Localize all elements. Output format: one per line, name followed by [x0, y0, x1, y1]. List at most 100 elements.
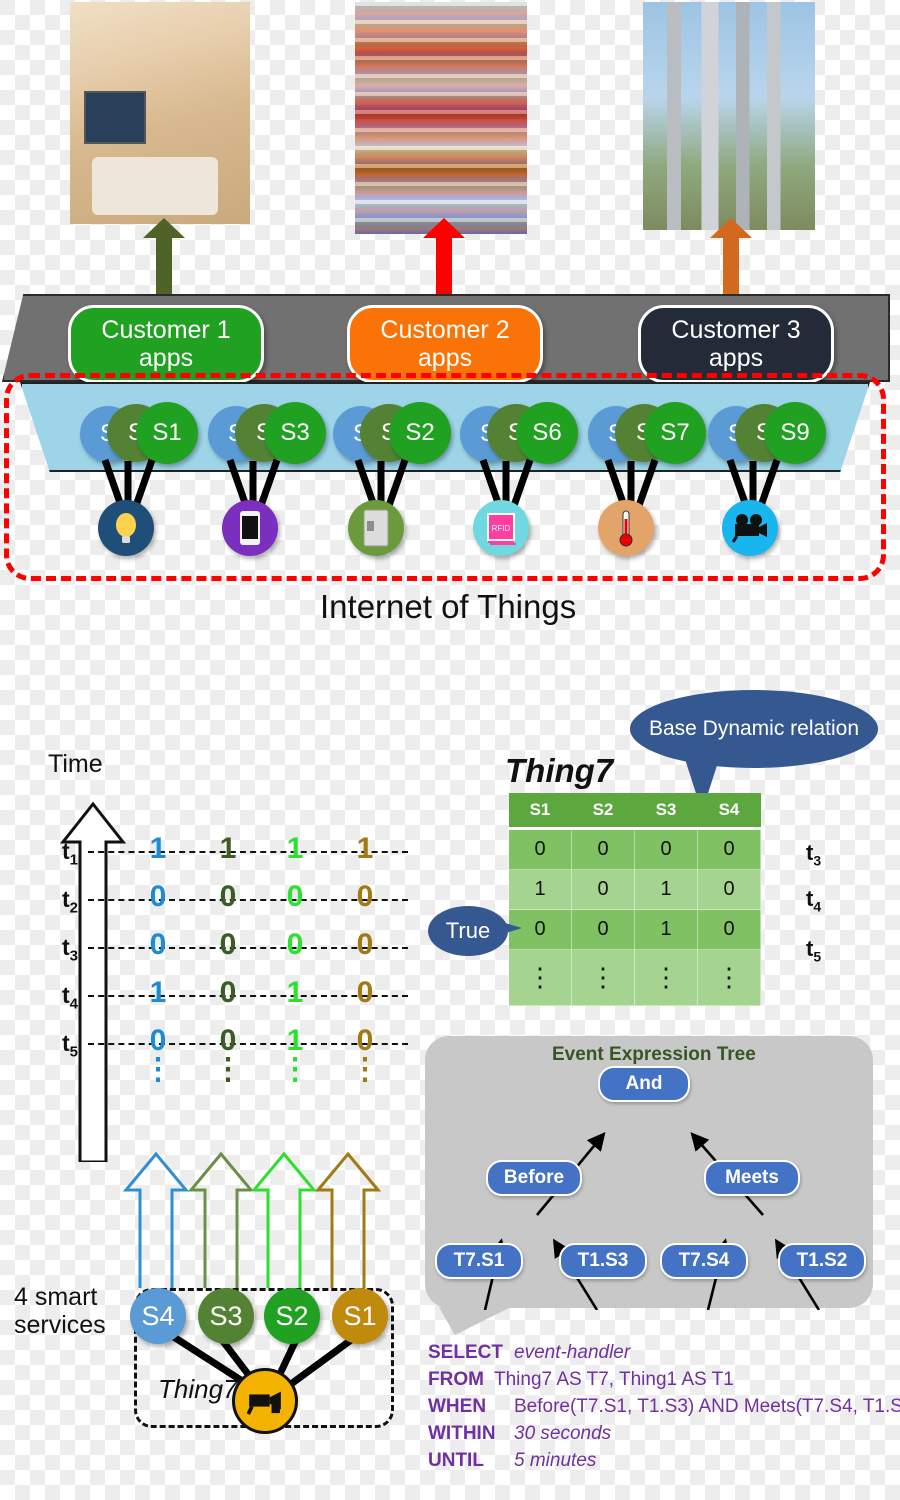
retail-store-photo [355, 2, 527, 234]
table-row: 0 0 1 0 [508, 909, 761, 950]
node-label: T1.S3 [577, 1250, 629, 1271]
cell-r3-c4: 0 [697, 909, 761, 950]
video-camera-glyph [247, 1391, 281, 1415]
table-row: ⋮ ⋮ ⋮ ⋮ [508, 949, 761, 1006]
bit-r2-c4: 0 [356, 880, 374, 913]
customer-2-label-line2: apps [417, 344, 473, 372]
true-callout-tail [488, 918, 522, 938]
tick-label-t2: t2 [62, 886, 79, 917]
bit-r4-c2: 0 [219, 976, 237, 1009]
service-stream-arrows [122, 1151, 382, 1288]
customer-1-apps-box[interactable]: Customer 1 apps [68, 305, 264, 383]
smart-service-label: S3 [209, 1300, 243, 1331]
iot-boundary-frame [4, 373, 886, 581]
bit-r1-c1: 1 [149, 832, 167, 865]
smart-service-label: S4 [141, 1300, 175, 1331]
base-dynamic-relation-table: S1 S2 S3 S4 0 0 0 0 1 0 1 0 0 0 1 0 ⋮ ⋮ … [508, 793, 761, 1006]
node-label: T1.S2 [796, 1250, 848, 1271]
arrowhead-up [423, 218, 465, 238]
event-tree-leaf-t7s1[interactable]: T7.S1 [435, 1243, 523, 1279]
smart-service-s2[interactable]: S2 [264, 1288, 320, 1344]
bit-r1-c3: 1 [286, 832, 304, 865]
smart-services-caption-line1: 4 smart [14, 1283, 98, 1311]
smart-service-s1[interactable]: S1 [332, 1288, 388, 1344]
table-row: 0 0 0 0 [508, 828, 761, 870]
tick-label-t1: t1 [62, 838, 79, 869]
cell-r1-c3: 0 [634, 828, 698, 870]
customer-3-apps-box[interactable]: Customer 3 apps [638, 305, 834, 383]
smart-service-label: S1 [343, 1300, 377, 1331]
customer-3-label-line1: Customer 3 [671, 316, 801, 344]
table-row-label-t3: t3 [806, 840, 822, 869]
event-tree-node-and[interactable]: And [598, 1066, 690, 1102]
base-dynamic-relation-text: Base Dynamic relation [648, 717, 860, 741]
node-label: T7.S1 [453, 1250, 505, 1271]
industrial-plant-photo [643, 2, 815, 230]
cell-r4-c4: ⋮ [697, 949, 761, 1006]
node-label: T7.S4 [678, 1250, 730, 1271]
arrowhead-up [143, 218, 185, 238]
true-callout-text: True [445, 917, 491, 943]
customer-1-label-line2: apps [138, 344, 194, 372]
query-value-select: event-handler [514, 1342, 631, 1363]
bit-r4-c1: 1 [149, 976, 167, 1009]
bit-r4-c3: 1 [286, 976, 304, 1009]
node-label: Before [503, 1167, 565, 1188]
event-tree-leaf-t1s2[interactable]: T1.S2 [778, 1243, 866, 1279]
bit-r3-c4: 0 [356, 928, 374, 961]
customer-2-label-line1: Customer 2 [380, 316, 510, 344]
node-label: And [625, 1073, 663, 1094]
smart-service-s3[interactable]: S3 [198, 1288, 254, 1344]
event-tree-leaf-t7s4[interactable]: T7.S4 [660, 1243, 748, 1279]
smart-services-caption-line2: services [14, 1311, 106, 1339]
table-row-label-t4: t4 [806, 886, 822, 915]
bit-r3-c2: 0 [219, 928, 237, 961]
query-keyword-from: FROM [428, 1369, 484, 1390]
arrowhead-up [710, 218, 752, 238]
query-value-until: 5 minutes [514, 1450, 597, 1471]
cell-r2-c3: 1 [634, 869, 698, 910]
bit-r3-c1: 0 [149, 928, 167, 961]
event-tree-node-meets[interactable]: Meets [704, 1160, 800, 1196]
table-row-label-t5: t5 [806, 936, 822, 965]
base-dynamic-relation-callout: Base Dynamic relation [630, 690, 878, 768]
query-line-select: SELECT event-handler [428, 1342, 630, 1364]
bit-r1-c2: 1 [219, 832, 237, 865]
iot-title: Internet of Things [320, 588, 577, 625]
cell-r1-c1: 0 [508, 828, 572, 870]
query-keyword-when: WHEN [428, 1396, 487, 1417]
cell-r2-c1: 1 [508, 869, 572, 910]
query-value-within: 30 seconds [514, 1423, 612, 1444]
tick-label-t3: t3 [62, 934, 79, 965]
customer-2-apps-box[interactable]: Customer 2 apps [347, 305, 543, 383]
cell-r2-c2: 0 [571, 869, 635, 910]
timeline-continuation-c1: ⋮ [143, 1053, 173, 1086]
node-label: Meets [725, 1167, 779, 1188]
bit-r1-c4: 1 [356, 832, 374, 865]
query-line-from: FROM Thing7 AS T7, Thing1 AS T1 [428, 1369, 734, 1391]
smart-service-s4[interactable]: S4 [130, 1288, 186, 1344]
query-line-until: UNTIL 5 minutes [428, 1450, 596, 1472]
query-keyword-select: SELECT [428, 1342, 503, 1363]
table-row: 1 0 1 0 [508, 869, 761, 910]
cell-r4-c3: ⋮ [634, 949, 698, 1006]
col-header-s3: S3 [634, 793, 698, 830]
bit-r2-c3: 0 [286, 880, 304, 913]
col-header-s4: S4 [697, 793, 761, 830]
cell-r3-c3: 1 [634, 909, 698, 950]
query-line-within: WITHIN 30 seconds [428, 1423, 611, 1445]
event-tree-leaf-t1s3[interactable]: T1.S3 [559, 1243, 647, 1279]
bit-r2-c1: 0 [149, 880, 167, 913]
thing7-label: Thing7 [158, 1374, 238, 1404]
smart-home-photo [70, 2, 250, 224]
time-axis-label: Time [48, 750, 103, 778]
cell-r2-c4: 0 [697, 869, 761, 910]
relation-title: Thing7 [505, 752, 614, 789]
cell-r1-c4: 0 [697, 828, 761, 870]
query-line-when: WHEN Before(T7.S1, T1.S3) AND Meets(T7.S4… [428, 1396, 900, 1418]
col-header-s2: S2 [571, 793, 635, 830]
thing7-video-camera-icon[interactable] [232, 1368, 298, 1434]
timeline-continuation-c2: ⋮ [213, 1053, 243, 1086]
event-tree-node-before[interactable]: Before [486, 1160, 582, 1196]
customer-1-label-line1: Customer 1 [101, 316, 231, 344]
